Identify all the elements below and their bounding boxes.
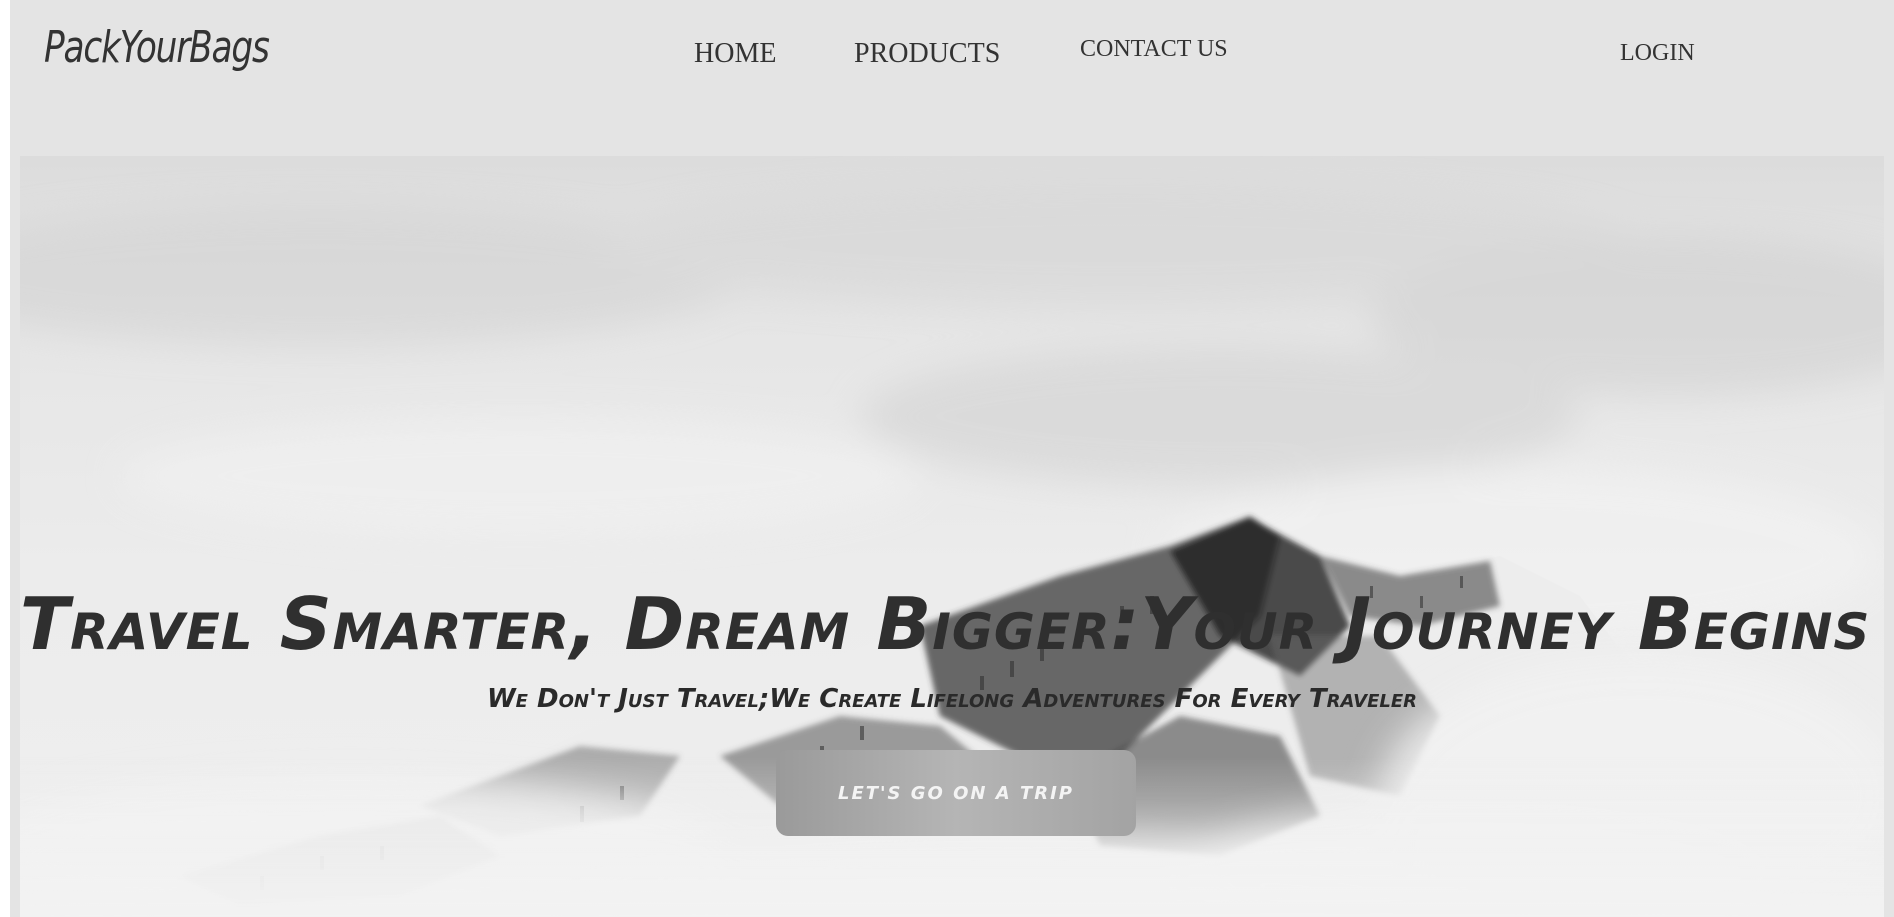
login-link[interactable]: LOGIN [1620,40,1695,67]
landing-page: PackYourBags HOME PRODUCTS CONTACT US LO… [10,0,1894,917]
nav-products-link[interactable]: PRODUCTS [854,38,1000,70]
site-logo[interactable]: PackYourBags [44,22,270,73]
hero-subheadline: We Don't Just Travel;We Create Lifelong … [486,684,1418,714]
nav-home-link[interactable]: HOME [694,38,776,70]
hero-headline: Travel Smarter, Dream Bigger:Your Journe… [20,582,1884,667]
site-header: PackYourBags HOME PRODUCTS CONTACT US LO… [10,0,1894,156]
nav-contact-link[interactable]: CONTACT US [1080,36,1228,63]
lets-go-on-a-trip-button[interactable]: LET'S GO ON A TRIP [776,750,1136,836]
cta-label: LET'S GO ON A TRIP [838,782,1074,804]
hero-section: Travel Smarter, Dream Bigger:Your Journe… [20,156,1884,917]
